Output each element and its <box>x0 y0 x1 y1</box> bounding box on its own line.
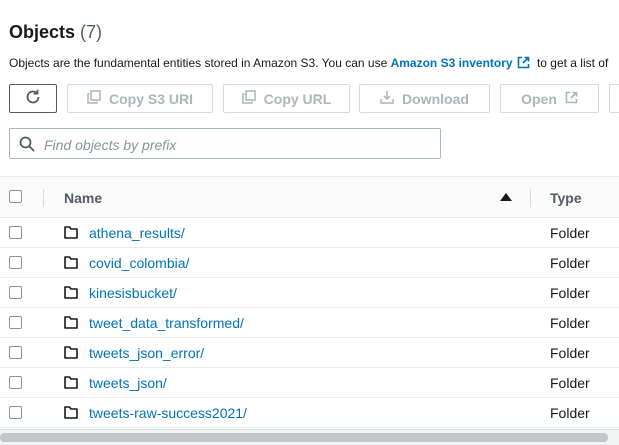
object-name-link[interactable]: tweets-raw-success2021/ <box>89 405 247 421</box>
objects-table: Name Type athena_results/Folder covid_col… <box>0 176 619 428</box>
horizontal-scrollbar[interactable] <box>0 429 619 445</box>
copy-icon <box>241 90 256 107</box>
column-header-type[interactable]: Type <box>550 190 582 206</box>
column-divider <box>43 189 44 207</box>
table-row[interactable]: kinesisbucket/Folder <box>0 278 619 308</box>
object-type: Folder <box>550 255 590 271</box>
row-checkbox[interactable] <box>9 316 22 329</box>
table-header: Name Type <box>0 176 619 218</box>
table-row[interactable]: tweets-raw-success2021/Folder <box>0 398 619 428</box>
download-label: Download <box>402 90 469 107</box>
row-checkbox[interactable] <box>9 226 22 239</box>
folder-icon <box>64 406 78 424</box>
folder-icon <box>64 286 78 304</box>
object-type: Folder <box>550 285 590 301</box>
object-name-link[interactable]: covid_colombia/ <box>89 255 189 271</box>
table-row[interactable]: tweet_data_transformed/Folder <box>0 308 619 338</box>
search-box <box>9 128 441 159</box>
column-header-name[interactable]: Name <box>64 190 102 206</box>
external-link-icon <box>517 56 530 72</box>
copy-s3-uri-label: Copy S3 URI <box>108 90 193 107</box>
page-title: Objects <box>9 22 76 42</box>
download-button[interactable]: Download <box>359 84 490 113</box>
folder-icon <box>64 226 78 244</box>
more-actions-button[interactable] <box>609 84 619 113</box>
copy-icon <box>87 90 101 107</box>
row-checkbox[interactable] <box>9 346 22 359</box>
row-checkbox[interactable] <box>9 376 22 389</box>
copy-s3-uri-button[interactable]: Copy S3 URI <box>67 84 213 113</box>
description-text: Objects are the fundamental entities sto… <box>9 56 391 70</box>
table-row[interactable]: covid_colombia/Folder <box>0 248 619 278</box>
object-type: Folder <box>550 345 590 361</box>
object-name-link[interactable]: kinesisbucket/ <box>89 285 177 301</box>
table-body: athena_results/Folder covid_colombia/Fold… <box>0 218 619 428</box>
table-row[interactable]: tweets_json/Folder <box>0 368 619 398</box>
object-name-link[interactable]: tweets_json/ <box>89 375 167 391</box>
copy-url-label: Copy URL <box>263 90 332 107</box>
row-checkbox[interactable] <box>9 256 22 269</box>
open-button[interactable]: Open <box>500 84 599 113</box>
folder-icon <box>64 256 78 274</box>
sort-ascending-icon[interactable] <box>500 193 512 201</box>
object-name-link[interactable]: tweet_data_transformed/ <box>89 315 244 331</box>
folder-icon <box>64 316 78 334</box>
search-input[interactable] <box>42 134 436 156</box>
refresh-button[interactable] <box>9 84 57 113</box>
row-checkbox[interactable] <box>9 286 22 299</box>
copy-url-button[interactable]: Copy URL <box>223 84 350 113</box>
table-row[interactable]: tweets_json_error/Folder <box>0 338 619 368</box>
objects-header: Objects (7) <box>9 22 102 43</box>
object-type: Folder <box>550 405 590 421</box>
table-row[interactable]: athena_results/Folder <box>0 218 619 248</box>
object-count: (7) <box>80 22 103 42</box>
row-checkbox[interactable] <box>9 406 22 419</box>
object-type: Folder <box>550 375 590 391</box>
object-name-link[interactable]: tweets_json_error/ <box>89 345 204 361</box>
object-type: Folder <box>550 225 590 241</box>
objects-description: Objects are the fundamental entities sto… <box>9 56 608 72</box>
open-label: Open <box>521 90 557 107</box>
folder-icon <box>64 376 78 394</box>
scrollbar-thumb[interactable] <box>0 433 608 442</box>
object-type: Folder <box>550 315 590 331</box>
external-link-icon <box>565 91 578 107</box>
description-suffix: to get a list of <box>533 56 609 70</box>
refresh-icon <box>24 88 42 109</box>
s3-inventory-link[interactable]: Amazon S3 inventory <box>391 56 513 70</box>
select-all-checkbox[interactable] <box>9 190 22 203</box>
column-divider <box>530 189 531 207</box>
download-icon <box>380 90 394 107</box>
folder-icon <box>64 346 78 364</box>
object-name-link[interactable]: athena_results/ <box>89 225 185 241</box>
